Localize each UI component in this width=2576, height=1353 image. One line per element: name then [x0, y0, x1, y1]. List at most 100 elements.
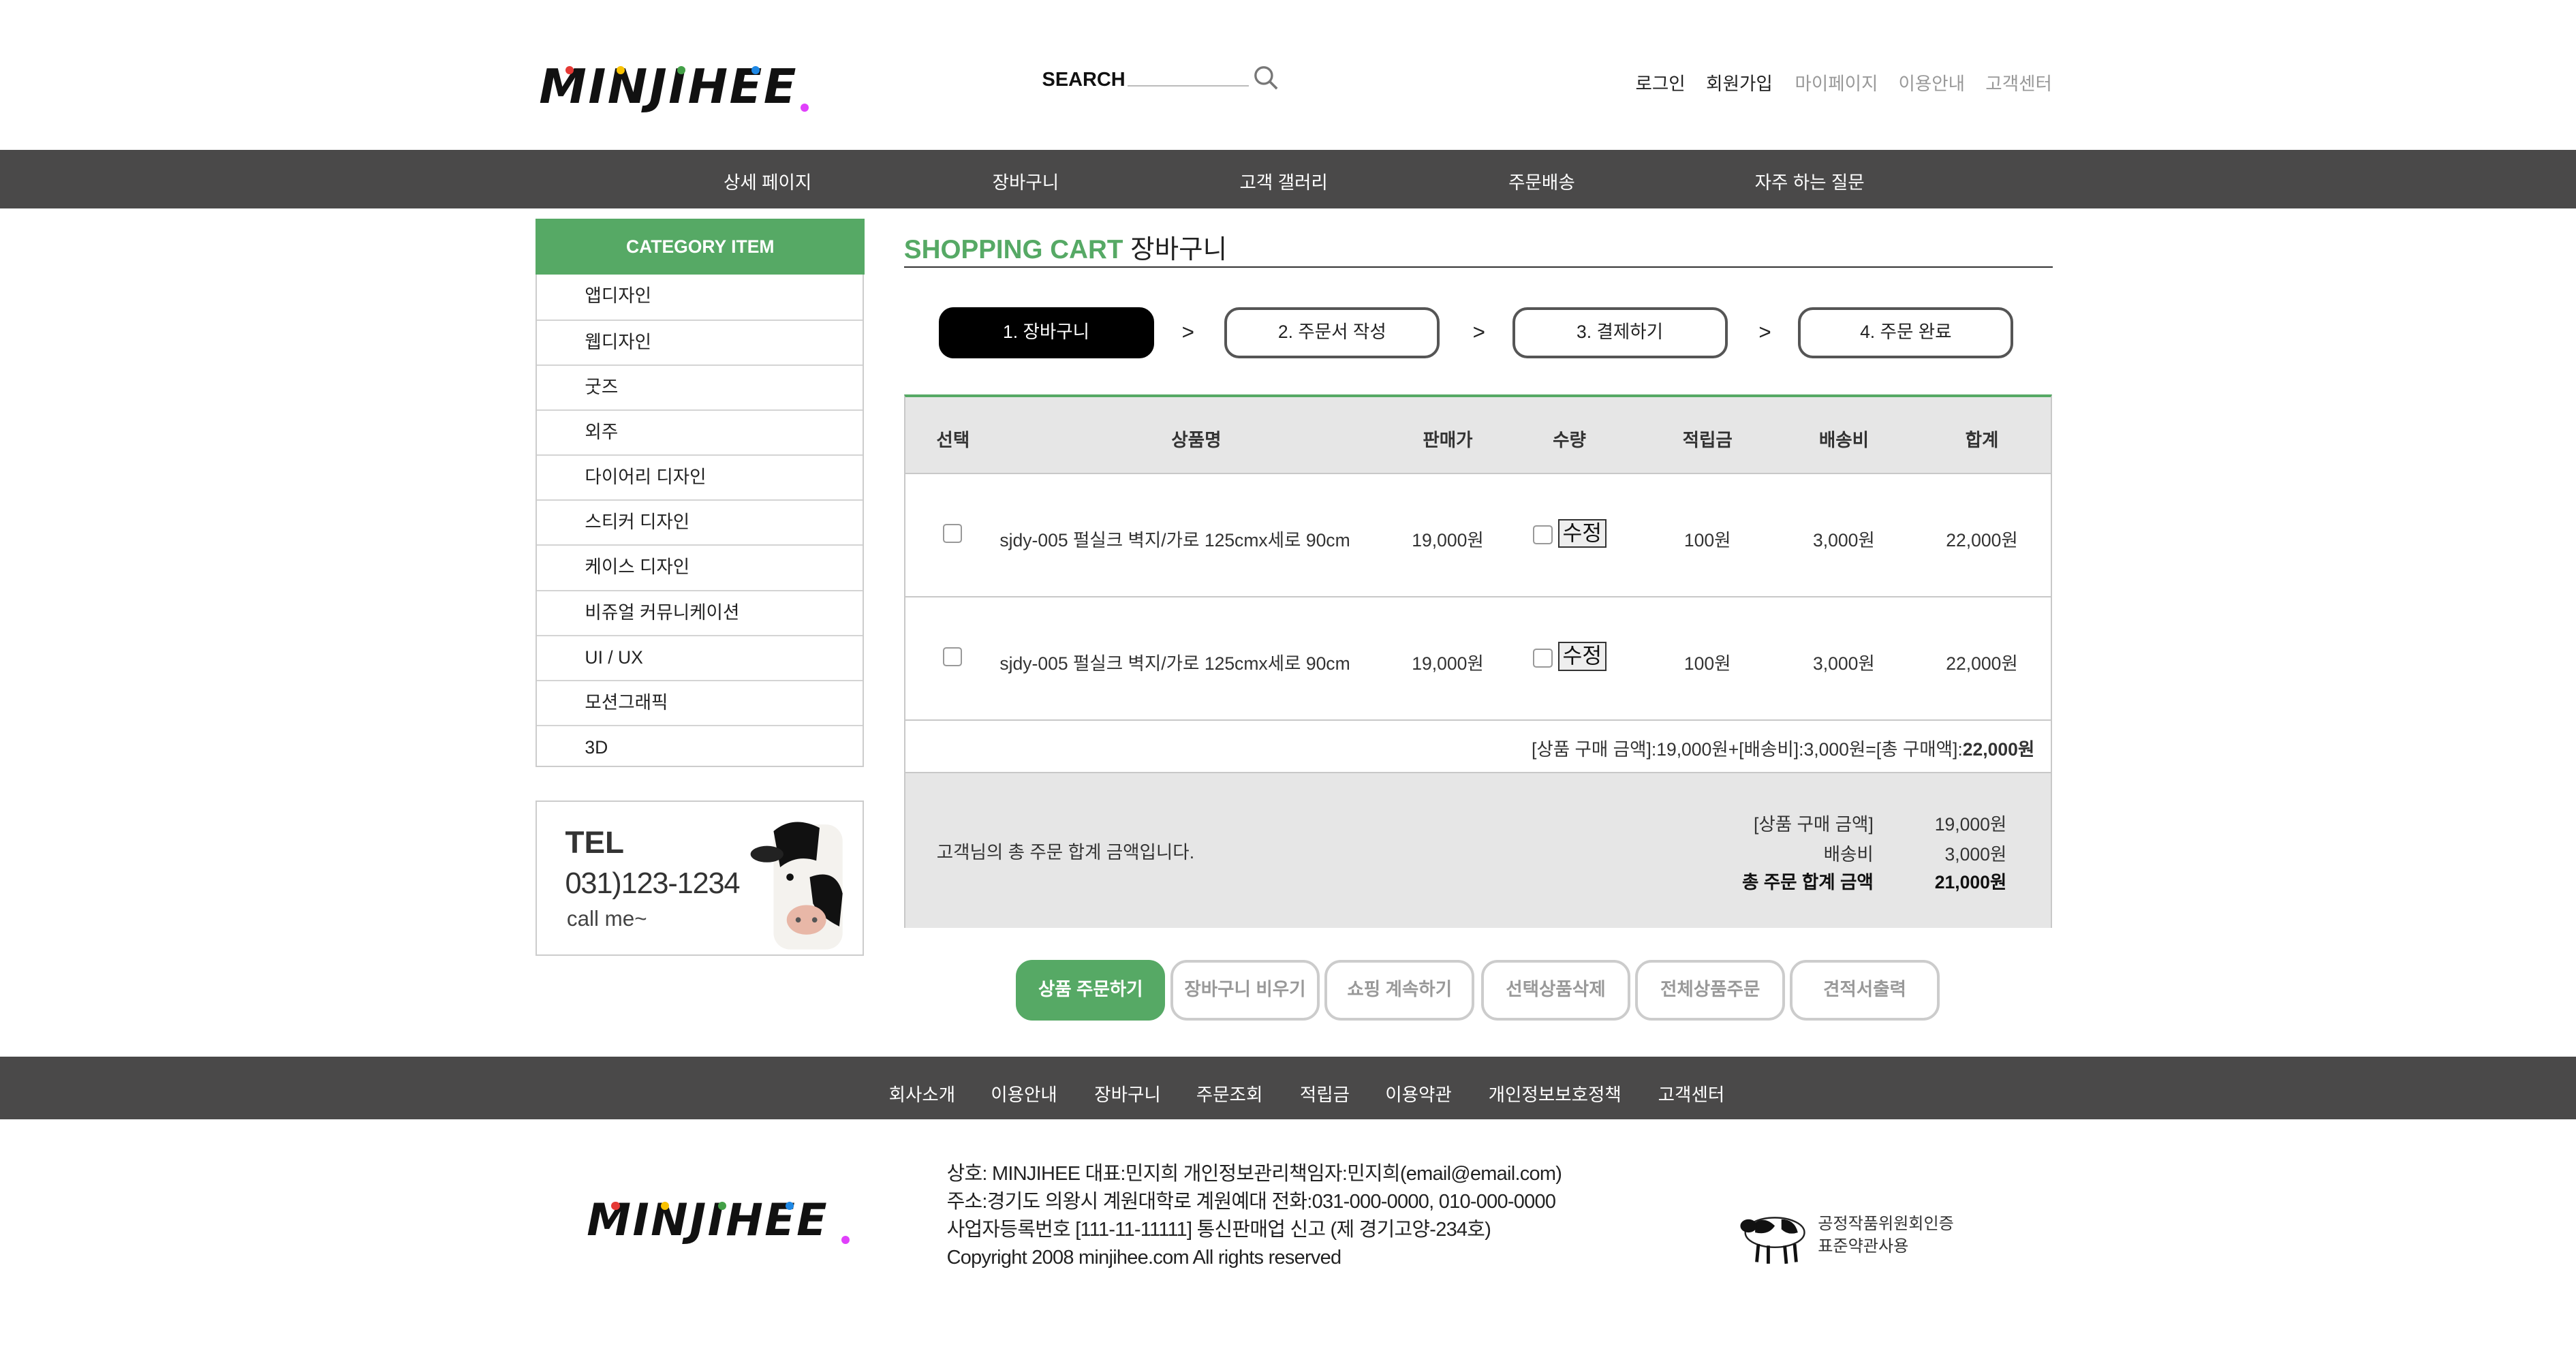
product-shipping: 3,000원: [1813, 653, 1875, 674]
category-item[interactable]: 앱디자인: [537, 275, 863, 320]
summary-caption: 고객님의 총 주문 합계 금액입니다.: [936, 842, 1195, 863]
col-product: 상품명: [1171, 430, 1222, 450]
tel-banner[interactable]: TEL 031)123-1234 call me~: [536, 800, 865, 957]
footer-info-line: 주소:경기도 의왕시 계원대학로 계원예대 전화:031-000-0000, 0…: [946, 1191, 1556, 1213]
summary-label-goods: [상품 구매 금액]: [1753, 814, 1874, 835]
search-input[interactable]: [1127, 66, 1250, 87]
nav-item-gallery[interactable]: 고객 갤러리: [1239, 168, 1327, 194]
logo-dot-blue: [751, 65, 760, 74]
footer-link-terms[interactable]: 이용약관: [1385, 1080, 1452, 1106]
cart-table: 선택 상품명 판매가 수량 적립금 배송비 합계 sjdy-005 펄실크 벽지…: [903, 394, 2053, 928]
page-title: SHOPPING CART 장바구니: [903, 235, 1228, 265]
category-header: CATEGORY ITEM: [536, 218, 865, 275]
row-select-checkbox[interactable]: [943, 647, 963, 666]
footer-link-customer-center[interactable]: 고객센터: [1658, 1080, 1725, 1106]
qty-checkbox[interactable]: [1533, 649, 1553, 668]
certification-badge: 공정작품위원회인증 표준약관사용: [1739, 1196, 1969, 1269]
logo-dot-blue: [786, 1201, 794, 1210]
cow-image: [744, 811, 859, 950]
delete-selected-button[interactable]: 선택상품삭제: [1480, 959, 1631, 1021]
col-qty: 수량: [1553, 430, 1586, 450]
nav-item-cart[interactable]: 장바구니: [993, 168, 1059, 194]
empty-cart-button[interactable]: 장바구니 비우기: [1170, 959, 1320, 1021]
product-name[interactable]: sjdy-005 펄실크 벽지/가로 125cmx세로 90cm: [999, 525, 1350, 552]
footer-info-line: Copyright 2008 minjihee.com All rights r…: [946, 1247, 1342, 1269]
footer-link-privacy[interactable]: 개인정보보호정책: [1489, 1080, 1621, 1106]
logo-dot-green: [677, 65, 685, 74]
order-all-button[interactable]: 전체상품주문: [1635, 959, 1785, 1021]
category-item[interactable]: 굿즈: [537, 364, 863, 409]
mypage-link[interactable]: 마이페이지: [1795, 69, 1878, 95]
category-item[interactable]: 웹디자인: [537, 319, 863, 364]
login-link[interactable]: 로그인: [1635, 69, 1685, 95]
category-item[interactable]: 외주: [537, 409, 863, 454]
logo-dot-yellow: [616, 65, 625, 74]
signup-link[interactable]: 회원가입: [1706, 69, 1773, 95]
nav-item-detail[interactable]: 상세 페이지: [724, 168, 811, 194]
title-divider: [903, 266, 2053, 268]
product-price: 19,000원: [1412, 653, 1484, 674]
tel-number: 031)123-1234: [565, 867, 740, 901]
table-header: 선택 상품명 판매가 수량 적립금 배송비 합계: [905, 397, 2051, 474]
product-total: 22,000원: [1946, 653, 2018, 674]
order-button[interactable]: 상품 주문하기: [1015, 959, 1166, 1021]
step-arrow: >: [1758, 320, 1771, 345]
category-item[interactable]: UI / UX: [537, 634, 863, 680]
print-estimate-button[interactable]: 견적서출력: [1790, 959, 1940, 1021]
category-item[interactable]: 다이어리 디자인: [537, 454, 863, 499]
step-payment: 3. 결제하기: [1512, 307, 1728, 358]
edit-qty-button[interactable]: 수정: [1557, 642, 1607, 672]
edit-qty-button[interactable]: 수정: [1557, 518, 1607, 548]
step-complete: 4. 주문 완료: [1798, 307, 2014, 358]
logo-dot-green: [718, 1201, 727, 1210]
nav-item-delivery[interactable]: 주문배송: [1508, 168, 1575, 194]
footer-info-line: 사업자등록번호 [111-11-11111] 통신판매업 신고 (제 경기고양-…: [946, 1219, 1491, 1241]
category-item[interactable]: 3D: [537, 724, 863, 770]
step-order-form: 2. 주문서 작성: [1224, 307, 1440, 358]
footer-link-cart[interactable]: 장바구니: [1094, 1080, 1161, 1106]
search-icon[interactable]: [1252, 64, 1279, 91]
cow-icon: [1739, 1196, 1811, 1269]
row-select-checkbox[interactable]: [943, 523, 963, 543]
cert-line: 공정작품위원회인증: [1818, 1214, 1954, 1233]
category-item[interactable]: 케이스 디자인: [537, 544, 863, 589]
category-item[interactable]: 모션그래픽: [537, 679, 863, 725]
summary-label-shipping: 배송비: [1823, 843, 1874, 865]
step-arrow: >: [1181, 320, 1194, 345]
product-shipping: 3,000원: [1813, 530, 1875, 551]
footer-link-guide[interactable]: 이용안내: [991, 1080, 1057, 1106]
subtotal-line: [상품 구매 금액]:19,000원+[배송비]:3,000원=[총 구매액]:…: [1532, 738, 2035, 760]
product-points: 100원: [1683, 653, 1731, 674]
continue-shopping-button[interactable]: 쇼핑 계속하기: [1324, 959, 1474, 1021]
footer-link-company[interactable]: 회사소개: [889, 1080, 956, 1106]
nav-item-faq[interactable]: 자주 하는 질문: [1755, 168, 1865, 194]
main-nav: 상세 페이지 장바구니 고객 갤러리 주문배송 자주 하는 질문: [0, 149, 2576, 209]
col-total: 합계: [1965, 430, 1999, 450]
search-label: SEARCH: [1042, 69, 1126, 91]
subtotal-total: 22,000원: [1962, 738, 2035, 760]
table-row: sjdy-005 펄실크 벽지/가로 125cmx세로 90cm 19,000원…: [905, 474, 2051, 597]
product-name[interactable]: sjdy-005 펄실크 벽지/가로 125cmx세로 90cm: [999, 649, 1350, 675]
tel-label: TEL: [565, 824, 625, 860]
qty-checkbox[interactable]: [1533, 525, 1553, 545]
guide-link[interactable]: 이용안내: [1898, 69, 1965, 95]
category-item[interactable]: 비쥬얼 커뮤니케이션: [537, 589, 863, 635]
product-total: 22,000원: [1946, 530, 2018, 551]
footer-link-order-lookup[interactable]: 주문조회: [1196, 1080, 1263, 1106]
order-summary: 고객님의 총 주문 합계 금액입니다. [상품 구매 금액] 19,000원 배…: [905, 772, 2051, 928]
category-list: 앱디자인 웹디자인 굿즈 외주 다이어리 디자인 스티커 디자인 케이스 디자인…: [536, 274, 865, 770]
logo-dot-red: [611, 1201, 620, 1210]
step-arrow: >: [1472, 320, 1485, 345]
col-points: 적립금: [1682, 430, 1733, 450]
customer-center-link[interactable]: 고객센터: [1985, 69, 2052, 95]
col-shipping: 배송비: [1818, 430, 1869, 450]
footer-info-line: 상호: MINJIHEE 대표:민지희 개인정보관리책임자:민지희(email@…: [946, 1163, 1562, 1185]
logo-dot-pink: [841, 1236, 850, 1245]
summary-label-total: 총 주문 합계 금액: [1741, 871, 1874, 892]
footer-link-points[interactable]: 적립금: [1300, 1080, 1350, 1106]
footer-info: 상호: MINJIHEE 대표:민지희 개인정보관리책임자:민지희(email@…: [947, 1160, 1562, 1272]
step-cart: 1. 장바구니: [938, 307, 1154, 358]
category-item[interactable]: 스티커 디자인: [537, 499, 863, 544]
summary-value-goods: 19,000원: [1934, 814, 2007, 835]
logo-dot-red: [565, 65, 574, 74]
